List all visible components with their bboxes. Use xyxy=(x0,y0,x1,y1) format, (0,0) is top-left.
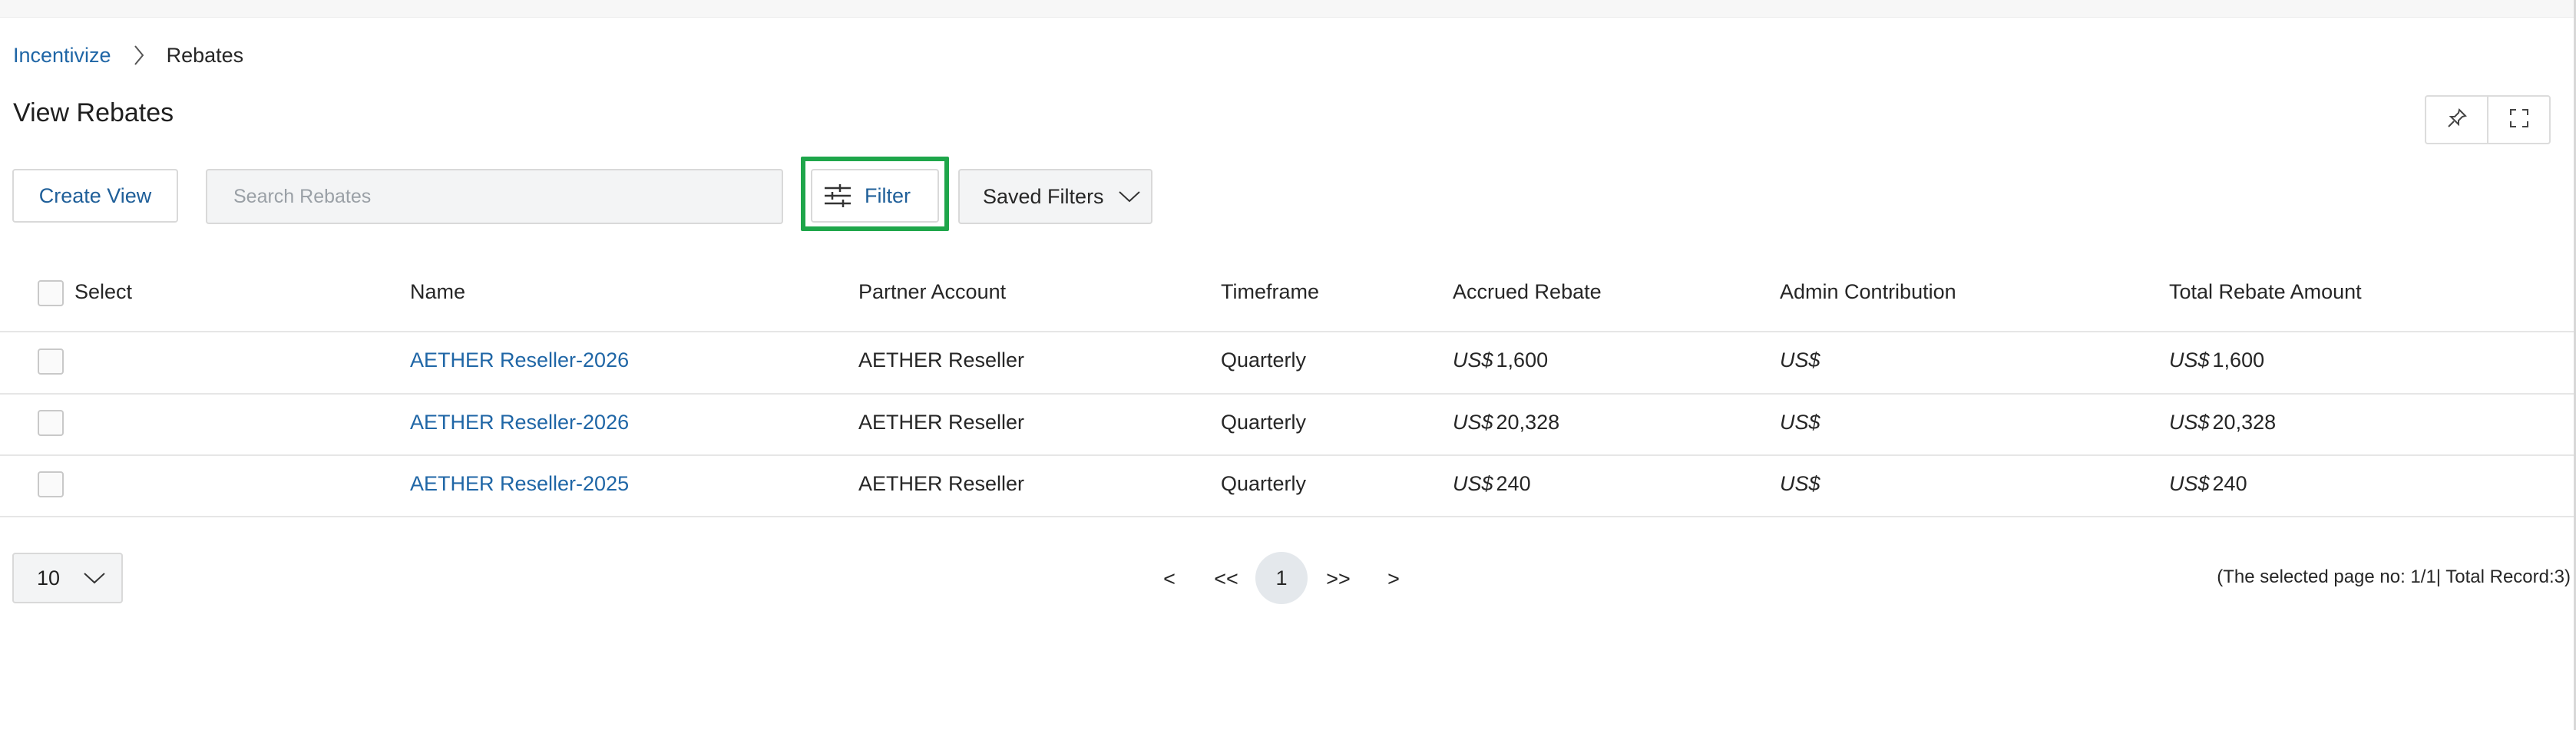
column-header-partner-account[interactable]: Partner Account xyxy=(858,280,1006,304)
expand-icon xyxy=(2508,107,2531,134)
column-header-admin-contribution[interactable]: Admin Contribution xyxy=(1780,280,1956,304)
prev-page-button[interactable]: < xyxy=(1158,553,1181,605)
total-rebate-cell: US$ 20,328 xyxy=(2169,411,2277,434)
partner-account-cell: AETHER Reseller xyxy=(858,472,1025,495)
partner-account-cell: AETHER Reseller xyxy=(858,411,1025,434)
row-checkbox[interactable] xyxy=(38,410,64,436)
row-divider xyxy=(0,516,2574,517)
accrued-rebate-cell: US$ 1,600 xyxy=(1453,348,1549,372)
sliders-icon xyxy=(825,184,851,207)
saved-filters-label: Saved Filters xyxy=(983,184,1104,208)
next-page-button[interactable]: > xyxy=(1382,553,1405,605)
row-divider xyxy=(0,454,2574,456)
column-header-timeframe[interactable]: Timeframe xyxy=(1221,280,1319,304)
first-page-button[interactable]: << xyxy=(1207,553,1245,605)
admin-contribution-cell: US$ xyxy=(1780,472,1820,495)
filter-label: Filter xyxy=(865,183,911,207)
breadcrumb-incentivize[interactable]: Incentivize xyxy=(13,44,111,68)
chevron-down-icon xyxy=(84,573,105,584)
row-checkbox[interactable] xyxy=(38,471,64,497)
header-divider xyxy=(0,331,2574,332)
top-bar xyxy=(0,0,2576,18)
pin-icon xyxy=(2445,107,2469,134)
chevron-right-icon xyxy=(124,44,154,67)
filter-button[interactable]: Filter xyxy=(811,169,939,223)
page-title: View Rebates xyxy=(13,98,174,127)
pin-button[interactable] xyxy=(2426,97,2487,143)
column-header-name[interactable]: Name xyxy=(410,280,465,304)
create-view-button[interactable]: Create View xyxy=(12,169,178,223)
partner-account-cell: AETHER Reseller xyxy=(858,348,1025,372)
last-page-button[interactable]: >> xyxy=(1319,553,1357,605)
column-header-accrued-rebate[interactable]: Accrued Rebate xyxy=(1453,280,1602,304)
column-header-select: Select xyxy=(74,280,133,303)
fullscreen-button[interactable] xyxy=(2487,97,2549,143)
rebate-name-link[interactable]: AETHER Reseller-2025 xyxy=(410,472,629,496)
accrued-rebate-cell: US$ 20,328 xyxy=(1453,411,1560,434)
rebate-name-link[interactable]: AETHER Reseller-2026 xyxy=(410,411,629,434)
row-checkbox[interactable] xyxy=(38,348,64,375)
search-input[interactable]: Search Rebates xyxy=(206,169,783,224)
select-all-checkbox[interactable] xyxy=(38,280,64,306)
accrued-rebate-cell: US$ 240 xyxy=(1453,472,1531,495)
current-page-button[interactable]: 1 xyxy=(1255,552,1308,604)
breadcrumb-rebates: Rebates xyxy=(166,43,244,67)
timeframe-cell: Quarterly xyxy=(1221,411,1307,434)
breadcrumb: Incentivize Rebates xyxy=(13,40,243,71)
page-size-select[interactable]: 10 xyxy=(12,553,123,603)
timeframe-cell: Quarterly xyxy=(1221,348,1307,372)
rebate-name-link[interactable]: AETHER Reseller-2026 xyxy=(410,348,629,372)
view-actions xyxy=(2425,95,2551,144)
timeframe-cell: Quarterly xyxy=(1221,472,1307,495)
row-divider xyxy=(0,393,2574,395)
chevron-down-icon xyxy=(1118,191,1140,203)
page-info: (The selected page no: 1/1| Total Record… xyxy=(2217,566,2571,587)
total-rebate-cell: US$ 1,600 xyxy=(2169,348,2265,372)
page-size-value: 10 xyxy=(37,566,61,590)
total-rebate-cell: US$ 240 xyxy=(2169,472,2247,495)
admin-contribution-cell: US$ xyxy=(1780,411,1820,434)
saved-filters-dropdown[interactable]: Saved Filters xyxy=(958,169,1152,224)
admin-contribution-cell: US$ xyxy=(1780,348,1820,372)
column-header-total-rebate-amount[interactable]: Total Rebate Amount xyxy=(2169,280,2362,304)
